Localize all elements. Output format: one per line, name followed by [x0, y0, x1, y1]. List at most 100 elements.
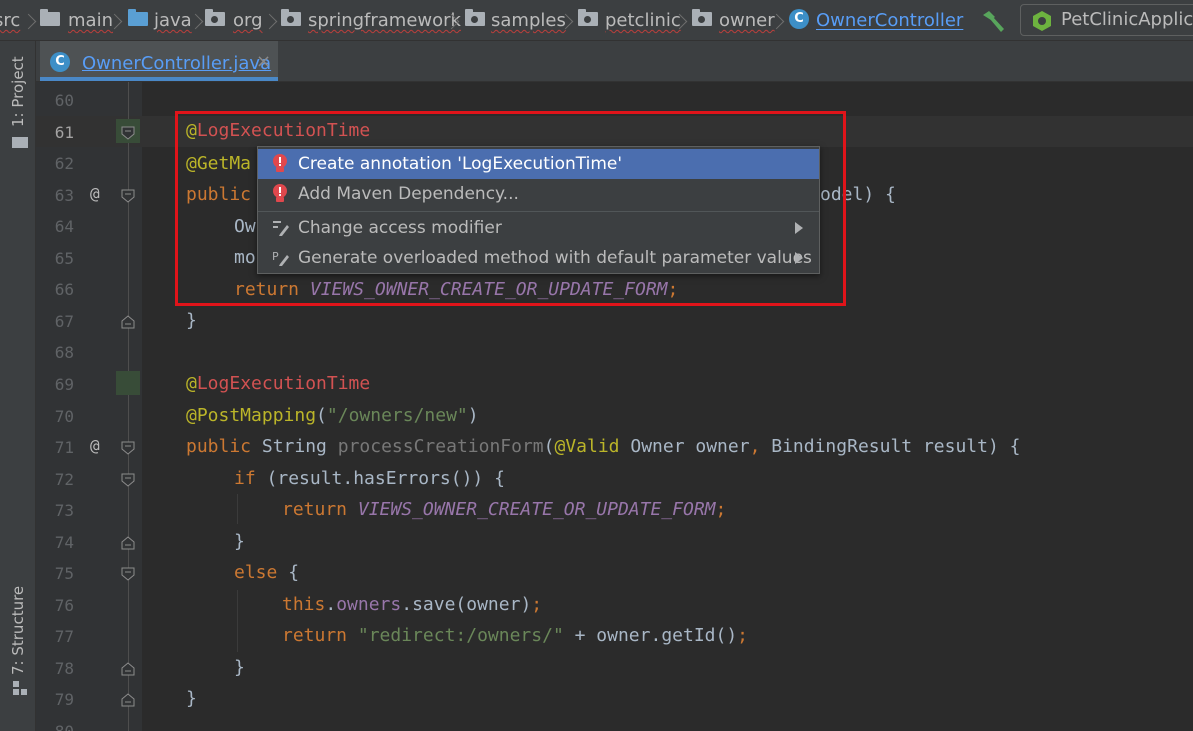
code-token: @PostMapping — [186, 405, 317, 426]
code-token: ; — [737, 625, 749, 646]
code-token: @Valid — [554, 436, 620, 457]
code-line-63: public — [186, 183, 251, 207]
code-token: @ — [186, 373, 197, 394]
code-token: .save(owner) — [401, 594, 532, 615]
intention-add-maven-dependency[interactable]: Add Maven Dependency... — [258, 179, 819, 209]
override-marker-icon[interactable]: @ — [90, 184, 100, 204]
run-configuration-label: PetClinicApplication — [1061, 9, 1193, 30]
code-token: public — [186, 436, 252, 457]
code-token: ) — [467, 405, 479, 426]
popup-divider — [258, 211, 819, 212]
code-token: LogExecutionTime — [196, 373, 371, 394]
code-line-69: @LogExecutionTime — [186, 372, 370, 396]
spring-boot-icon — [1033, 11, 1051, 31]
intention-pencil-icon — [273, 221, 289, 236]
navigation-bar: src main java org springframework sample… — [0, 0, 1193, 41]
folder-icon — [40, 9, 60, 26]
tab-ownercontroller-java[interactable]: C OwnerController.java × — [40, 41, 278, 81]
code-line-66: return VIEWS_OWNER_CREATE_OR_UPDATE_FORM… — [234, 278, 678, 302]
code-token: { — [277, 562, 300, 583]
code-token: @GetMa — [186, 153, 252, 174]
structure-tab-label: 7: Structure — [9, 585, 27, 675]
code-token: Owner owner — [619, 436, 750, 457]
line-number: 71 — [54, 438, 74, 458]
class-icon: C — [789, 9, 809, 29]
run-configuration-selector[interactable]: PetClinicApplication — [1020, 4, 1193, 36]
fold-toggle-icon[interactable] — [121, 693, 135, 707]
line-number: 64 — [54, 217, 74, 237]
code-token: odel) { — [820, 184, 896, 205]
code-token: return — [234, 279, 300, 300]
code-line-74: } — [234, 530, 245, 554]
code-token: (result.hasErrors()) { — [255, 468, 505, 489]
breadcrumb-label: org — [233, 10, 263, 31]
breadcrumb-separator-icon — [20, 13, 37, 30]
code-line-78: } — [234, 656, 245, 680]
indent-guide — [237, 494, 238, 524]
intention-change-access-modifier[interactable]: Change access modifier — [258, 213, 819, 243]
code-token: owners — [336, 594, 402, 615]
project-tab-label: 1: Project — [9, 56, 27, 127]
tool-window-strip: 1: Project 7: Structure — [0, 41, 36, 731]
fold-toggle-icon[interactable] — [121, 189, 135, 203]
code-token: if — [234, 468, 256, 489]
code-token: , — [749, 436, 761, 457]
structure-icon — [13, 681, 27, 695]
code-token: String — [251, 436, 338, 457]
code-token: VIEWS_OWNER_CREATE_OR_UPDATE_FORM — [357, 499, 716, 520]
code-token: + owner.getId() — [563, 625, 738, 646]
code-token: ( — [543, 436, 555, 457]
submenu-arrow-icon — [795, 252, 803, 264]
breadcrumb-label: java — [154, 10, 192, 31]
line-number: 73 — [54, 501, 74, 521]
package-icon — [692, 9, 712, 26]
code-token: "redirect:/owners/" — [357, 625, 564, 646]
override-marker-icon[interactable]: @ — [90, 436, 100, 456]
vcs-change-marker[interactable] — [116, 371, 140, 395]
gutter-divider — [128, 82, 129, 731]
code-line-64: Ow — [234, 215, 256, 239]
breadcrumb-separator-icon — [261, 13, 278, 30]
fold-toggle-icon[interactable] — [121, 662, 135, 676]
breadcrumb-label: samples — [491, 10, 566, 31]
code-token: VIEWS_OWNER_CREATE_OR_UPDATE_FORM — [309, 279, 668, 300]
line-number: 61 — [54, 122, 74, 142]
fold-toggle-icon[interactable] — [121, 126, 135, 140]
code-token: return — [282, 499, 348, 520]
hammer-icon[interactable] — [980, 8, 1006, 34]
source-folder-icon — [128, 9, 148, 26]
quickfix-bulb-icon — [273, 154, 287, 172]
package-icon — [578, 9, 598, 26]
code-token: } — [186, 310, 197, 331]
line-number: 68 — [54, 343, 74, 363]
code-token: ; — [531, 594, 543, 615]
package-icon — [205, 9, 225, 26]
fold-toggle-icon[interactable] — [121, 567, 135, 581]
tab-label: OwnerController.java — [82, 53, 272, 74]
fold-toggle-icon[interactable] — [121, 315, 135, 329]
code-token: return — [282, 625, 348, 646]
project-folder-icon — [12, 137, 28, 148]
close-icon[interactable]: × — [256, 51, 271, 72]
fold-toggle-icon[interactable] — [121, 536, 135, 550]
breadcrumb-label: owner — [719, 10, 775, 31]
submenu-arrow-icon — [795, 222, 803, 234]
line-number: 60 — [54, 91, 74, 110]
indent-guide — [237, 590, 238, 652]
line-number: 72 — [54, 469, 74, 489]
code-line-62: @GetMa — [186, 152, 251, 176]
code-token: } — [234, 657, 245, 678]
line-number: 70 — [54, 406, 74, 426]
intention-create-annotation[interactable]: Create annotation 'LogExecutionTime' — [258, 149, 819, 179]
package-icon — [465, 9, 485, 26]
line-number: 69 — [54, 374, 74, 394]
line-number: 77 — [54, 627, 74, 647]
class-icon: C — [50, 52, 70, 72]
fold-toggle-icon[interactable] — [121, 441, 135, 455]
line-number: 80 — [36, 722, 74, 731]
code-line-70: @PostMapping("/owners/new") — [186, 404, 479, 428]
fold-toggle-icon[interactable] — [121, 473, 135, 487]
code-token: processCreationForm — [337, 436, 544, 457]
intention-generate-overloaded-method[interactable]: P Generate overloaded method with defaul… — [258, 243, 819, 273]
quickfix-bulb-icon — [273, 184, 287, 202]
